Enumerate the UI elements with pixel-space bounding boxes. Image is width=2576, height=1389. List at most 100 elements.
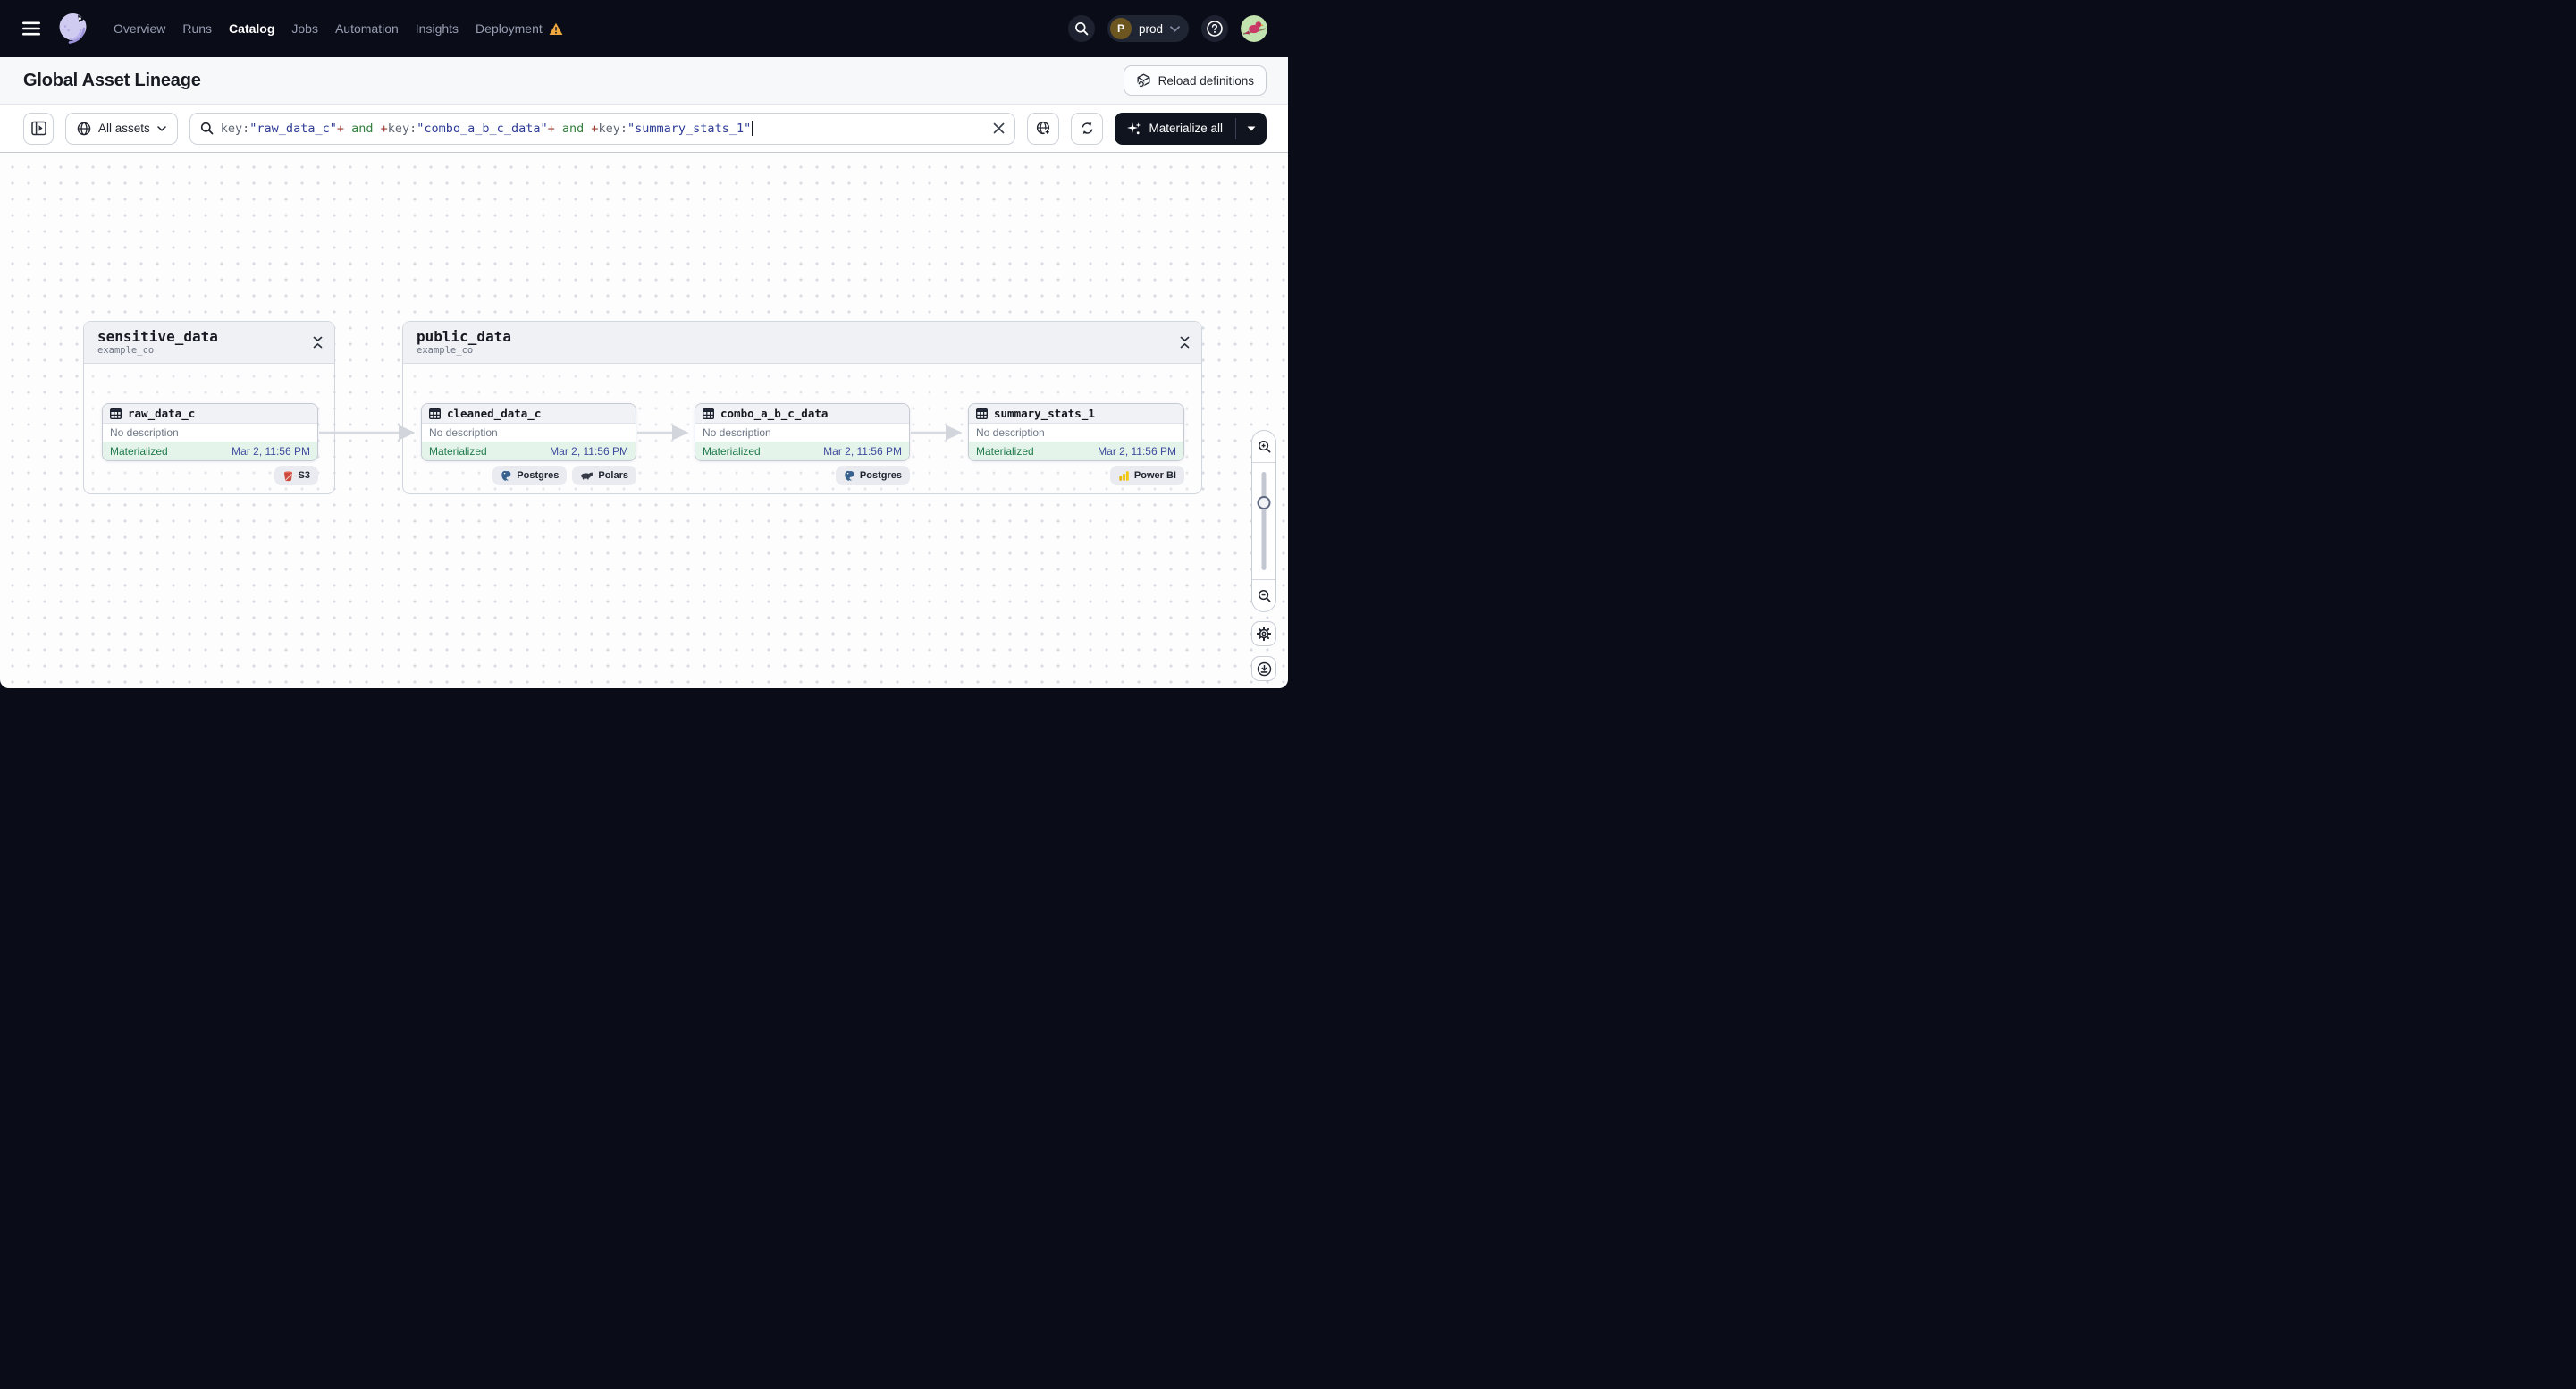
materialize-all-split-button: Materialize all <box>1115 112 1267 145</box>
asset-node-raw-data-c[interactable]: raw_data_c No description Materialized M… <box>102 403 318 461</box>
globe-icon <box>77 122 91 135</box>
download-icon <box>1257 661 1271 676</box>
asset-kind-badges: Postgres <box>695 466 910 485</box>
s3-bucket-icon <box>283 470 292 481</box>
zoom-slider-handle[interactable] <box>1257 496 1271 509</box>
reload-cube-icon <box>1137 73 1150 88</box>
materialize-options-button[interactable] <box>1236 113 1267 145</box>
asset-node-summary-stats-1[interactable]: summary_stats_1 No description Materiali… <box>968 403 1184 461</box>
clear-query-icon[interactable] <box>993 122 1005 134</box>
materialized-timestamp: Mar 2, 11:56 PM <box>232 444 310 458</box>
zoom-out-button[interactable] <box>1252 579 1275 611</box>
kind-badge-postgres[interactable]: Postgres <box>492 466 568 485</box>
navbar-right: P prod <box>1067 15 1267 42</box>
globe-plus-icon <box>1036 121 1051 136</box>
question-icon <box>1207 21 1223 37</box>
materialized-timestamp: Mar 2, 11:56 PM <box>1098 444 1176 458</box>
refresh-button[interactable] <box>1071 112 1104 145</box>
asset-status-row: Materialized Mar 2, 11:56 PM <box>422 442 636 460</box>
asset-status-row: Materialized Mar 2, 11:56 PM <box>695 442 909 460</box>
asset-name: summary_stats_1 <box>994 407 1095 420</box>
chevron-down-icon <box>157 125 166 131</box>
lineage-toolbar: All assets key: "raw_data_c" + and + key: "c… <box>0 105 1288 153</box>
kind-badge-postgres[interactable]: Postgres <box>835 466 910 485</box>
dagster-logo-icon[interactable] <box>55 11 91 46</box>
deployment-switcher[interactable]: P prod <box>1107 15 1189 42</box>
kind-badge-power-bi[interactable]: Power BI <box>1109 466 1184 485</box>
top-navbar: Overview Runs Catalog Jobs Automation In… <box>0 0 1288 57</box>
table-icon <box>429 408 441 419</box>
gear-icon <box>1257 627 1271 641</box>
zoom-slider[interactable] <box>1252 463 1275 579</box>
deployment-name: prod <box>1138 21 1163 36</box>
nav-item-overview[interactable]: Overview <box>114 21 165 36</box>
nav-item-automation[interactable]: Automation <box>335 21 399 36</box>
kind-badge-polars[interactable]: Polars <box>572 466 636 485</box>
nav-item-deployment[interactable]: Deployment <box>476 21 543 36</box>
open-left-panel-button[interactable] <box>23 112 54 145</box>
nav-item-jobs[interactable]: Jobs <box>291 21 318 36</box>
asset-scope-dropdown[interactable]: All assets <box>65 112 178 145</box>
materialize-all-button[interactable]: Materialize all <box>1115 113 1235 145</box>
refresh-icon <box>1082 122 1093 134</box>
table-icon <box>703 408 714 419</box>
nav-item-catalog[interactable]: Catalog <box>229 21 274 36</box>
postgres-icon <box>845 470 854 481</box>
lineage-canvas[interactable]: sensitive_data example_co public_data ex… <box>0 153 1288 688</box>
materialized-timestamp: Mar 2, 11:56 PM <box>823 444 902 458</box>
reload-definitions-label: Reload definitions <box>1158 73 1254 88</box>
materialized-timestamp: Mar 2, 11:56 PM <box>550 444 628 458</box>
asset-kind-badges: S3 <box>102 466 318 485</box>
kind-badge-label: S3 <box>298 470 310 481</box>
status-badge: Materialized <box>110 444 168 458</box>
asset-description: No description <box>976 426 1045 439</box>
asset-name: raw_data_c <box>128 407 196 420</box>
kind-badge-label: Postgres <box>859 470 902 481</box>
nav-item-insights[interactable]: Insights <box>416 21 459 36</box>
asset-kind-badges: Postgres Polars <box>421 466 636 485</box>
reload-definitions-button[interactable]: Reload definitions <box>1123 65 1267 96</box>
search-button[interactable] <box>1067 15 1095 42</box>
asset-description: No description <box>429 426 498 439</box>
asset-description: No description <box>703 426 771 439</box>
panel-expand-icon <box>30 121 46 136</box>
sparkle-icon <box>1127 122 1141 134</box>
zoom-out-icon <box>1258 590 1270 602</box>
menu-icon[interactable] <box>20 17 43 40</box>
magnifier-icon <box>200 122 214 135</box>
graph-settings-button[interactable] <box>1251 621 1276 646</box>
user-avatar[interactable] <box>1241 15 1267 42</box>
search-icon <box>1075 22 1089 36</box>
zoom-controls <box>1251 430 1276 612</box>
help-button[interactable] <box>1201 15 1228 42</box>
nav-item-runs[interactable]: Runs <box>182 21 212 36</box>
text-cursor <box>752 121 753 136</box>
asset-filter-input[interactable]: key: "raw_data_c" + and + key: "combo_a_b_c_… <box>189 112 1016 145</box>
status-badge: Materialized <box>976 444 1034 458</box>
table-icon <box>110 408 122 419</box>
polars-bear-icon <box>581 472 593 480</box>
kind-badge-label: Polars <box>598 470 628 481</box>
kind-badge-s3[interactable]: S3 <box>274 466 318 485</box>
page-title: Global Asset Lineage <box>23 70 201 90</box>
asset-status-row: Materialized Mar 2, 11:56 PM <box>103 442 317 460</box>
kind-badge-label: Postgres <box>517 470 560 481</box>
asset-scope-label: All assets <box>98 122 150 135</box>
asset-node-combo-a-b-c-data[interactable]: combo_a_b_c_data No description Material… <box>695 403 910 461</box>
asset-selection-query: key: "raw_data_c" + and + key: "combo_a_b_c_… <box>221 121 987 136</box>
zoom-in-icon <box>1258 441 1270 453</box>
asset-node-cleaned-data-c[interactable]: cleaned_data_c No description Materializ… <box>421 403 636 461</box>
asset-description: No description <box>110 426 179 439</box>
zoom-slider-track[interactable] <box>1261 472 1267 570</box>
table-icon <box>976 408 988 419</box>
status-badge: Materialized <box>703 444 761 458</box>
kind-badge-label: Power BI <box>1133 470 1176 481</box>
view-full-graph-button[interactable] <box>1027 112 1060 145</box>
power-bi-icon <box>1119 470 1129 481</box>
warning-icon <box>549 22 563 35</box>
deployment-initial-badge: P <box>1109 18 1132 39</box>
zoom-in-button[interactable] <box>1252 431 1275 463</box>
primary-nav: Overview Runs Catalog Jobs Automation In… <box>114 21 563 36</box>
page-header: Global Asset Lineage Reload definitions <box>0 57 1288 105</box>
download-graph-button[interactable] <box>1251 656 1276 681</box>
